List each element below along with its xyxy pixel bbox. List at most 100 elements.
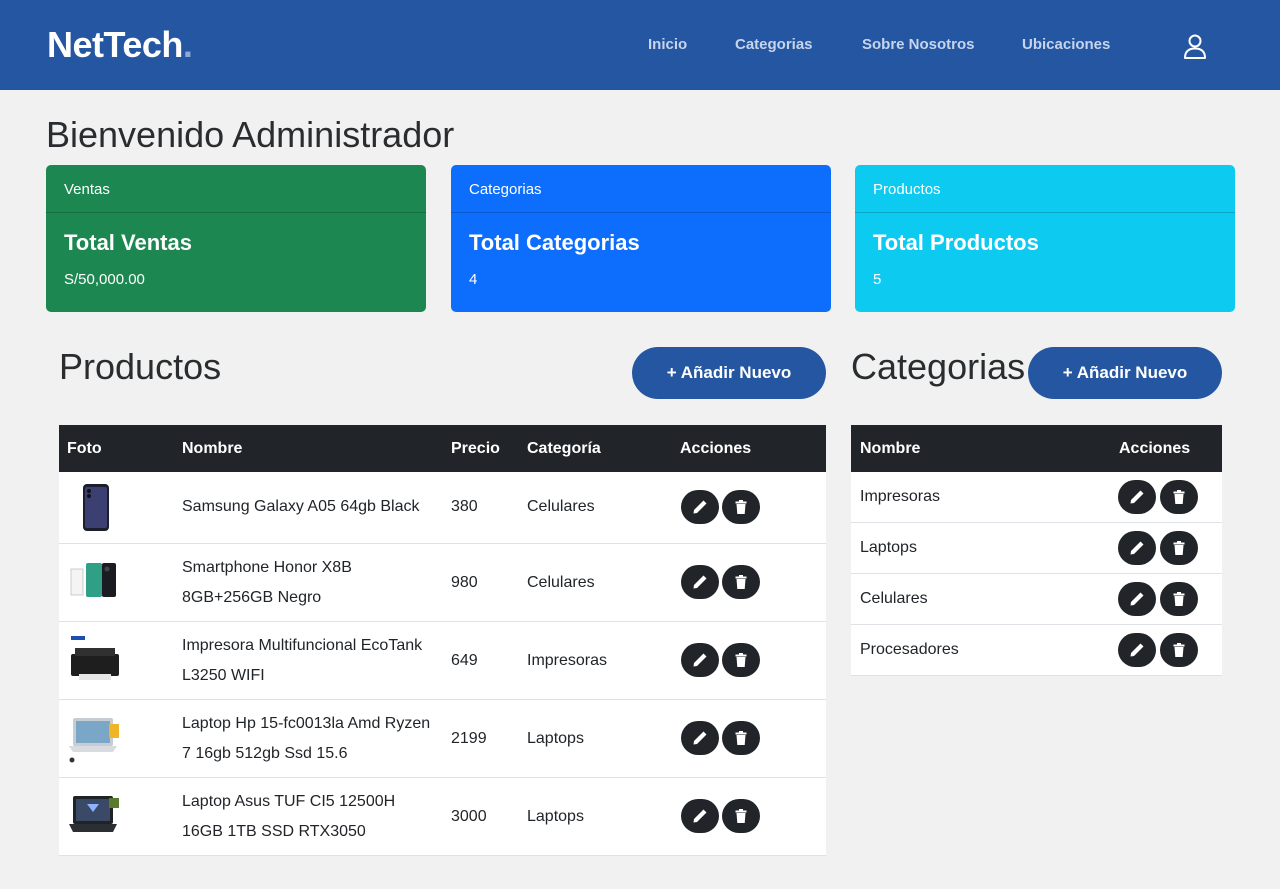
trash-icon (735, 500, 747, 514)
product-category: Impresoras (527, 652, 608, 669)
delete-button[interactable] (1160, 480, 1198, 514)
table-row: Laptop Hp 15-fc0013la Amd Ryzen 7 16gb 5… (59, 700, 826, 778)
pencil-icon (693, 500, 707, 514)
card-header: Productos (855, 165, 1235, 213)
category-name: Impresoras (860, 488, 941, 505)
column-header-nombre: Nombre (182, 440, 243, 457)
table-row: Impresora Multifuncional EcoTank L3250 W… (59, 622, 826, 700)
delete-button[interactable] (722, 799, 760, 833)
products-table: Foto Nombre Precio Categoría Acciones Sa… (59, 425, 826, 856)
nav-link-inicio[interactable]: Inicio (648, 36, 687, 53)
column-header-nombre: Nombre (860, 440, 921, 457)
column-header-precio: Precio (451, 440, 500, 457)
categories-card: Categorias Total Categorias 4 (451, 165, 831, 312)
table-row: Procesadores (851, 625, 1222, 676)
product-image (69, 796, 119, 832)
product-price: 2199 (451, 730, 487, 747)
product-price: 980 (451, 574, 478, 591)
nav-link-sobre-nosotros[interactable]: Sobre Nosotros (862, 36, 975, 53)
card-header: Ventas (46, 165, 426, 213)
product-name: Impresora Multifuncional EcoTank L3250 W… (182, 637, 423, 684)
product-price: 380 (451, 498, 478, 515)
sales-card: Ventas Total Ventas S/50,000.00 (46, 165, 426, 312)
table-row: Laptop Asus TUF CI5 12500H 16GB 1TB SSD … (59, 778, 826, 856)
delete-button[interactable] (1160, 633, 1198, 667)
product-name: Smartphone Honor X8B 8GB+256GB Negro (182, 559, 352, 606)
product-name: Laptop Hp 15-fc0013la Amd Ryzen 7 16gb 5… (182, 715, 431, 762)
top-navbar: NetTech. Inicio Categorias Sobre Nosotro… (0, 0, 1280, 90)
edit-button[interactable] (681, 643, 719, 677)
column-header-acciones: Acciones (1119, 440, 1191, 457)
delete-button[interactable] (722, 721, 760, 755)
table-row: Celulares (851, 574, 1222, 625)
card-value: 5 (873, 271, 882, 288)
table-row: Impresoras (851, 472, 1222, 523)
column-header-categoria: Categoría (527, 440, 601, 457)
user-icon[interactable] (1183, 33, 1207, 59)
nav-link-categorias[interactable]: Categorias (735, 36, 813, 53)
categories-table: Nombre Acciones Impresoras Laptops Celul… (851, 425, 1222, 676)
pencil-icon (1130, 490, 1144, 504)
trash-icon (735, 575, 747, 589)
edit-button[interactable] (1118, 582, 1156, 616)
product-image (83, 484, 109, 531)
product-name: Laptop Asus TUF CI5 12500H 16GB 1TB SSD … (182, 793, 396, 840)
column-header-acciones: Acciones (680, 440, 752, 457)
delete-button[interactable] (1160, 531, 1198, 565)
product-category: Laptops (527, 730, 584, 747)
product-image (70, 563, 116, 597)
product-category: Celulares (527, 498, 595, 515)
trash-icon (735, 653, 747, 667)
welcome-heading: Bienvenido Administrador (46, 114, 455, 155)
add-category-button[interactable]: + Añadir Nuevo (1028, 347, 1222, 399)
pencil-icon (1130, 643, 1144, 657)
card-header: Categorias (451, 165, 831, 213)
product-name: Samsung Galaxy A05 64gb Black (182, 498, 420, 515)
edit-button[interactable] (681, 799, 719, 833)
trash-icon (1173, 643, 1185, 657)
card-value: S/50,000.00 (64, 271, 145, 288)
delete-button[interactable] (722, 565, 760, 599)
edit-button[interactable] (681, 490, 719, 524)
card-title: Total Productos (873, 230, 1039, 255)
add-product-button[interactable]: + Añadir Nuevo (632, 347, 826, 399)
pencil-icon (1130, 592, 1144, 606)
edit-button[interactable] (1118, 531, 1156, 565)
trash-icon (1173, 592, 1185, 606)
table-row: Smartphone Honor X8B 8GB+256GB Negro 980… (59, 544, 826, 622)
product-category: Laptops (527, 808, 584, 825)
products-card: Productos Total Productos 5 (855, 165, 1235, 312)
brand-logo[interactable]: NetTech. (47, 24, 193, 66)
edit-button[interactable] (1118, 633, 1156, 667)
table-header: Nombre Acciones (851, 425, 1222, 472)
edit-button[interactable] (1118, 480, 1156, 514)
products-section-title: Productos (59, 346, 222, 387)
edit-button[interactable] (681, 721, 719, 755)
card-title: Total Ventas (64, 230, 192, 255)
product-price: 3000 (451, 808, 487, 825)
category-name: Celulares (860, 590, 928, 607)
pencil-icon (693, 653, 707, 667)
trash-icon (1173, 541, 1185, 555)
trash-icon (735, 731, 747, 745)
nav-link-ubicaciones[interactable]: Ubicaciones (1022, 36, 1110, 53)
delete-button[interactable] (1160, 582, 1198, 616)
pencil-icon (693, 731, 707, 745)
delete-button[interactable] (722, 643, 760, 677)
card-value: 4 (469, 271, 478, 288)
product-category: Celulares (527, 574, 595, 591)
delete-button[interactable] (722, 490, 760, 524)
product-image (71, 636, 119, 680)
trash-icon (1173, 490, 1185, 504)
table-row: Samsung Galaxy A05 64gb Black 380 Celula… (59, 472, 826, 544)
category-name: Procesadores (860, 641, 959, 658)
pencil-icon (1130, 541, 1144, 555)
product-image (69, 718, 119, 763)
table-row: Laptops (851, 523, 1222, 574)
edit-button[interactable] (681, 565, 719, 599)
table-header: Foto Nombre Precio Categoría Acciones (59, 425, 826, 472)
trash-icon (735, 809, 747, 823)
product-price: 649 (451, 652, 478, 669)
card-title: Total Categorias (469, 230, 640, 255)
pencil-icon (693, 575, 707, 589)
